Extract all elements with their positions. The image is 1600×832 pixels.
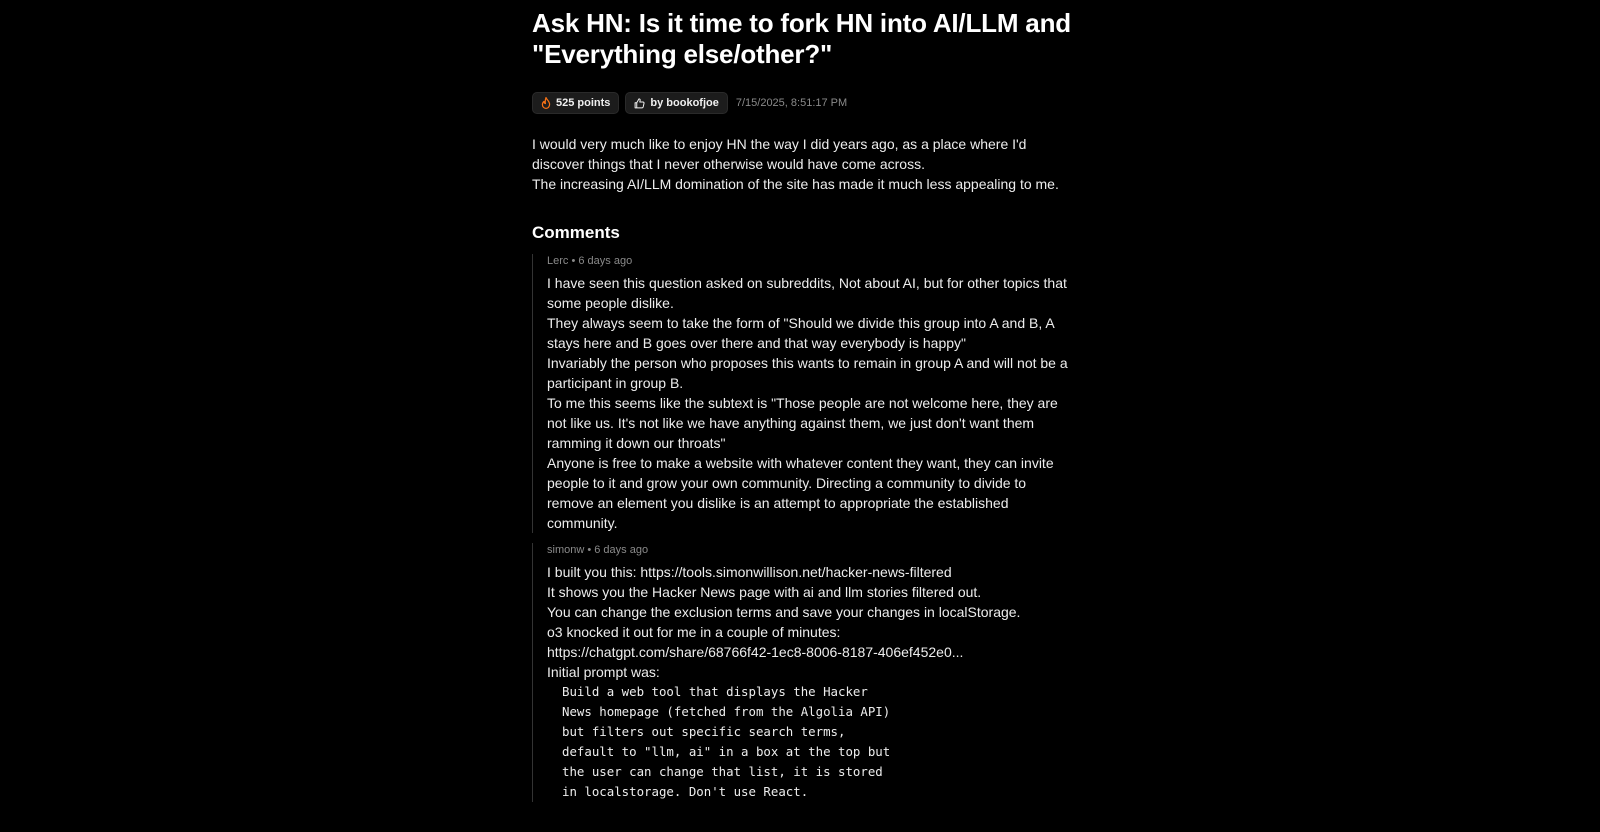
comment-paragraph: It shows you the Hacker News page with a…: [547, 584, 982, 600]
thumbs-up-icon: [635, 97, 645, 108]
comment-meta[interactable]: Lerc • 6 days ago: [547, 254, 1072, 268]
comments-heading: Comments: [532, 223, 620, 242]
flame-icon: [541, 97, 551, 109]
comment-paragraph: I have seen this question asked on subre…: [547, 275, 1067, 311]
code-line: default to "llm, ai" in a box at the top…: [562, 744, 891, 759]
post-date: 7/15/2025, 8:51:17 PM: [735, 97, 848, 109]
comment-link[interactable]: https://chatgpt.com/share/68766f42-1ec8-…: [547, 642, 1072, 662]
comment-paragraph: o3 knocked it out for me in a couple of …: [547, 624, 841, 640]
post-title: Ask HN: Is it time to fork HN into AI/LL…: [532, 8, 1071, 69]
comment-paragraph: Invariably the person who proposes this …: [547, 355, 1068, 391]
post-body: I would very much like to enjoy HN the w…: [532, 134, 1072, 194]
comment-body: I built you this: https://tools.simonwil…: [547, 562, 1072, 802]
code-line: in localstorage. Don't use React.: [562, 784, 809, 799]
code-line: Build a web tool that displays the Hacke…: [562, 684, 868, 699]
post-body-paragraph: I would very much like to enjoy HN the w…: [532, 136, 1027, 172]
comment-paragraph[interactable]: I built you this: https://tools.simonwil…: [547, 562, 1072, 582]
author-label: by bookofjoe: [650, 97, 719, 109]
code-line: but filters out specific search terms,: [562, 724, 846, 739]
comment-paragraph: Initial prompt was:: [547, 664, 660, 680]
comment-body: I have seen this question asked on subre…: [547, 273, 1072, 533]
comment-meta[interactable]: simonw • 6 days ago: [547, 543, 1072, 557]
code-line: News homepage (fetched from the Algolia …: [562, 704, 891, 719]
post-page: Ask HN: Is it time to fork HN into AI/LL…: [532, 8, 1072, 802]
post-meta: 525 points by bookofjoe 7/15/2025, 8:51:…: [532, 92, 1072, 114]
author-badge[interactable]: by bookofjoe: [625, 92, 728, 114]
points-label: 525 points: [556, 97, 611, 109]
comment-paragraph: To me this seems like the subtext is "Th…: [547, 395, 1058, 451]
comment: Lerc • 6 days ago I have seen this quest…: [532, 254, 1072, 533]
points-badge[interactable]: 525 points: [532, 92, 620, 114]
post-body-paragraph: The increasing AI/LLM domination of the …: [532, 176, 1059, 192]
comment: simonw • 6 days ago I built you this: ht…: [532, 543, 1072, 802]
code-block: Build a web tool that displays the Hacke…: [547, 682, 1072, 802]
comment-paragraph: You can change the exclusion terms and s…: [547, 604, 1021, 620]
comment-paragraph: They always seem to take the form of "Sh…: [547, 315, 1054, 351]
comment-paragraph: Anyone is free to make a website with wh…: [547, 455, 1054, 531]
code-line: the user can change that list, it is sto…: [562, 764, 883, 779]
